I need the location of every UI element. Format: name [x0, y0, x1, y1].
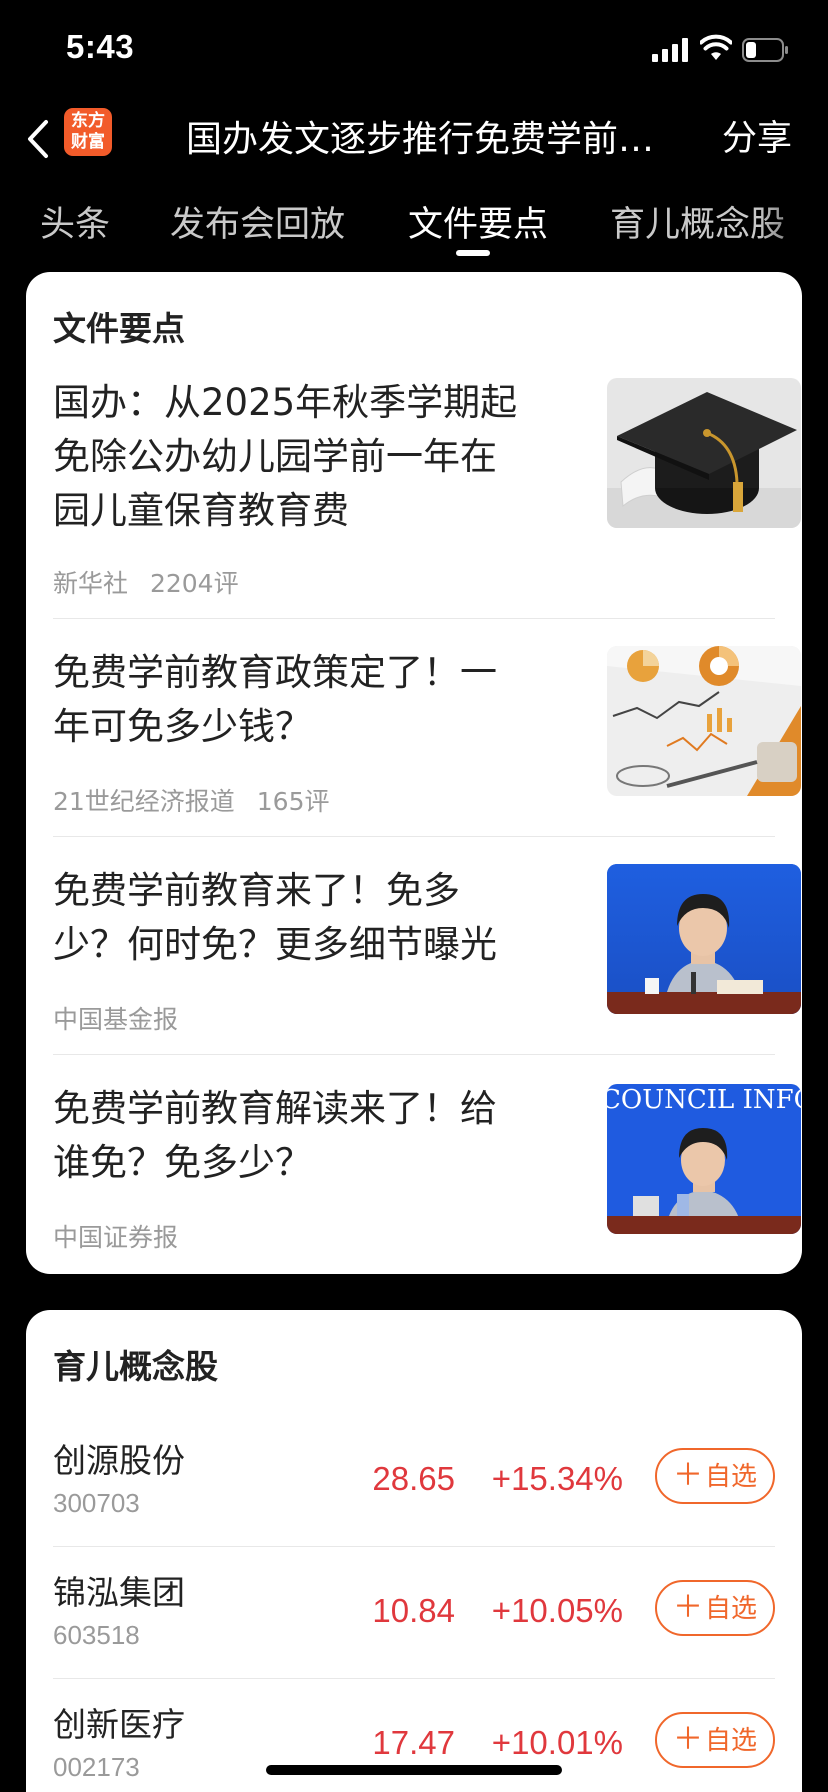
- add-watchlist-button[interactable]: ＋自选: [655, 1580, 775, 1636]
- stock-name: 锦泓集团: [53, 1573, 185, 1612]
- tab-fade-overlay: [758, 190, 828, 260]
- stock-row[interactable]: 创新医疗 002173 17.47 +10.01% ＋自选: [53, 1684, 775, 1792]
- watch-label: 自选: [704, 1462, 757, 1492]
- news-item[interactable]: 国办：从2025年秋季学期起免除公办幼儿园学前一年在园儿童保育教育费 新华社 2…: [53, 376, 801, 598]
- news-source: 中国证券报: [53, 1223, 179, 1252]
- nav-bar: 东方 财富 国办发文逐步推行免费学前… 分享: [0, 100, 828, 182]
- logo-text-line2: 财富: [71, 132, 105, 152]
- news-comments: 165评: [256, 787, 330, 816]
- file-highlights-card: 文件要点 国办：从2025年秋季学期起免除公办幼儿园学前一年在园儿童保育教育费 …: [26, 272, 802, 1274]
- stock-row[interactable]: 锦泓集团 603518 10.84 +10.05% ＋自选: [53, 1552, 775, 1684]
- news-comments: 2204评: [149, 569, 239, 598]
- news-item[interactable]: 免费学前教育来了！免多少？何时免？更多细节曝光 中国基金报: [53, 864, 801, 1044]
- status-time: 5:43: [66, 28, 135, 65]
- financial-charts-image: [607, 646, 801, 796]
- tab-headlines[interactable]: 头条: [40, 196, 110, 247]
- stock-change: +10.01%: [491, 1724, 623, 1761]
- news-meta: 中国基金报: [53, 1000, 178, 1036]
- divider: [53, 618, 775, 619]
- battery-icon: [742, 38, 788, 62]
- stock-price: 17.47: [372, 1724, 455, 1761]
- plus-icon: ＋: [672, 1458, 703, 1493]
- watch-label: 自选: [704, 1726, 757, 1756]
- stock-price: 10.84: [372, 1592, 455, 1629]
- stock-name: 创新医疗: [53, 1705, 185, 1744]
- news-meta: 新华社 2204评: [53, 564, 239, 600]
- divider: [53, 1678, 775, 1679]
- stock-price: 28.65: [372, 1460, 455, 1497]
- add-watchlist-button[interactable]: ＋自选: [655, 1712, 775, 1768]
- council-banner-text: COUNCIL INFORM: [607, 1085, 801, 1115]
- watch-label: 自选: [704, 1594, 757, 1624]
- press-conference-image: COUNCIL INFORM: [607, 1084, 801, 1234]
- news-meta: 中国证券报: [53, 1218, 178, 1254]
- active-tab-indicator: [456, 250, 490, 256]
- back-arrow-icon[interactable]: [22, 114, 56, 164]
- page-title: 国办发文逐步推行免费学前…: [186, 119, 655, 160]
- cellular-signal-icon: [652, 38, 690, 62]
- status-bar: 5:43: [0, 0, 828, 100]
- stock-change: +15.34%: [491, 1460, 623, 1497]
- stock-code: 603518: [53, 1620, 140, 1650]
- news-title: 免费学前教育政策定了！一年可免多少钱？: [53, 651, 497, 748]
- wifi-icon: [700, 34, 732, 60]
- stock-change: +10.05%: [491, 1592, 623, 1629]
- divider: [53, 836, 775, 837]
- news-meta: 21世纪经济报道 165评: [53, 782, 329, 818]
- parenting-stocks-card: 育儿概念股 创源股份 300703 28.65 +15.34% ＋自选 锦泓集团…: [26, 1310, 802, 1792]
- plus-icon: ＋: [672, 1722, 703, 1757]
- divider: [53, 1546, 775, 1547]
- tab-press-replay[interactable]: 发布会回放: [170, 196, 345, 247]
- section-title: 育儿概念股: [53, 1347, 218, 1386]
- graduation-cap-image: [607, 378, 801, 528]
- news-item[interactable]: 免费学前教育政策定了！一年可免多少钱？ 21世纪经济报道 165评: [53, 646, 801, 826]
- tab-bar: 头条 发布会回放 文件要点 育儿概念股: [0, 190, 828, 260]
- stock-row[interactable]: 创源股份 300703 28.65 +15.34% ＋自选: [53, 1420, 775, 1552]
- news-source: 21世纪经济报道: [53, 787, 235, 816]
- divider: [53, 1054, 775, 1055]
- news-source: 中国基金报: [53, 1005, 179, 1034]
- app-logo: 东方 财富: [64, 108, 112, 156]
- screen: 5:43 东方 财富 国办发文逐步推行免费学前… 分享 头条 发布会回放 文件要…: [0, 0, 828, 1792]
- news-title: 免费学前教育解读来了！给谁免？免多少？: [53, 1087, 497, 1184]
- logo-text-line1: 东方: [71, 111, 105, 131]
- stock-code: 002173: [53, 1752, 140, 1782]
- news-source: 新华社: [53, 569, 129, 598]
- news-title: 国办：从2025年秋季学期起免除公办幼儿园学前一年在园儿童保育教育费: [53, 381, 518, 532]
- share-button[interactable]: 分享: [722, 110, 792, 161]
- tab-file-highlights[interactable]: 文件要点: [408, 196, 548, 247]
- stock-code: 300703: [53, 1488, 140, 1518]
- press-conference-image: [607, 864, 801, 1014]
- home-indicator[interactable]: [266, 1765, 562, 1775]
- plus-icon: ＋: [672, 1590, 703, 1625]
- section-title: 文件要点: [53, 309, 185, 348]
- news-title: 免费学前教育来了！免多少？何时免？更多细节曝光: [53, 869, 497, 966]
- add-watchlist-button[interactable]: ＋自选: [655, 1448, 775, 1504]
- stock-name: 创源股份: [53, 1441, 185, 1480]
- news-item[interactable]: 免费学前教育解读来了！给谁免？免多少？ 中国证券报 COUNCIL INFORM: [53, 1082, 801, 1262]
